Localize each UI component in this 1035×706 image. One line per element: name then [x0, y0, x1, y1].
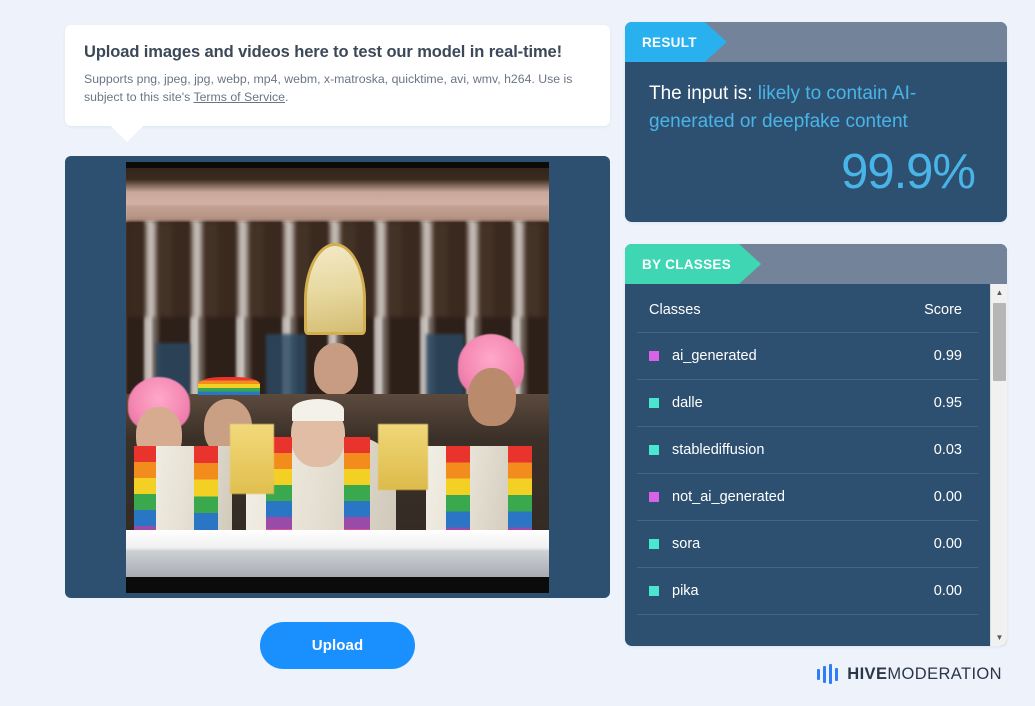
- result-statement: The input is: likely to contain AI-gener…: [649, 80, 985, 136]
- class-color-swatch-icon: [649, 492, 659, 502]
- classes-table-rows: ai_generated 0.99 dalle 0.95 stablediffusion…: [637, 333, 978, 615]
- supported-formats-suffix: .: [285, 89, 289, 104]
- class-cell: not_ai_generated: [649, 489, 785, 505]
- info-card: Upload images and videos here to test ou…: [65, 25, 610, 142]
- uploaded-image[interactable]: [126, 161, 549, 593]
- table-row: stablediffusion 0.03: [637, 427, 978, 474]
- page-title: Upload images and videos here to test ou…: [84, 43, 562, 61]
- left-column: Upload images and videos here to test ou…: [65, 25, 610, 598]
- table-row: sora 0.00: [637, 521, 978, 568]
- classes-scroll-area: Classes Score ai_generated 0.99 dalle 0.95 s…: [625, 284, 990, 646]
- column-header-score: Score: [924, 302, 962, 318]
- logo-hive: HIVE: [847, 664, 888, 683]
- scroll-up-icon[interactable]: ▲: [991, 284, 1007, 301]
- panel-gap: [625, 222, 1007, 244]
- logo-moderation: MODERATION: [887, 664, 1002, 683]
- tooltip-arrow: [110, 125, 144, 142]
- photo-gold-vestment-right: [378, 424, 428, 491]
- upload-button[interactable]: Upload: [260, 622, 415, 669]
- class-label: dalle: [672, 395, 703, 411]
- class-label: stablediffusion: [672, 442, 765, 458]
- by-classes-panel-body: Classes Score ai_generated 0.99 dalle 0.95 s…: [625, 284, 1007, 646]
- supported-formats-text: Supports png, jpeg, jpg, webp, mp4, webm…: [84, 71, 590, 106]
- result-panel-body: The input is: likely to contain AI-gener…: [625, 62, 1007, 222]
- tab-by-classes[interactable]: BY CLASSES: [625, 244, 761, 284]
- class-label: pika: [672, 583, 699, 599]
- by-classes-panel-header: BY CLASSES: [625, 244, 1007, 284]
- hive-bars-icon: [816, 664, 839, 684]
- class-score: 0.95: [933, 395, 962, 411]
- photo-balcony-rail: [126, 530, 549, 578]
- table-row: pika 0.00: [637, 568, 978, 615]
- class-cell: sora: [649, 536, 700, 552]
- class-score: 0.00: [933, 489, 962, 505]
- by-classes-panel: BY CLASSES Classes Score ai_generated 0.9…: [625, 244, 1007, 646]
- classes-scrollbar[interactable]: ▲ ▼: [990, 284, 1007, 646]
- scroll-down-icon[interactable]: ▼: [991, 629, 1007, 646]
- class-cell: stablediffusion: [649, 442, 764, 458]
- class-score: 0.00: [933, 536, 962, 552]
- scrollbar-thumb[interactable]: [993, 303, 1006, 381]
- class-color-swatch-icon: [649, 586, 659, 596]
- class-score: 0.03: [933, 442, 962, 458]
- table-row: not_ai_generated 0.00: [637, 474, 978, 521]
- table-row: ai_generated 0.99: [637, 333, 978, 380]
- photo-bishop-head: [314, 342, 358, 395]
- classes-table-header: Classes Score: [637, 284, 978, 333]
- class-label: sora: [672, 536, 701, 552]
- result-panel: RESULT The input is: likely to contain A…: [625, 22, 1007, 222]
- result-prefix: The input is:: [649, 83, 753, 104]
- classes-table: Classes Score ai_generated 0.99 dalle 0.95 s…: [637, 284, 978, 615]
- class-score: 0.00: [933, 583, 962, 599]
- class-label: not_ai_generated: [672, 489, 785, 505]
- logo-wordmark: HIVEMODERATION: [847, 665, 1002, 684]
- photo-letterbox-top: [126, 161, 549, 168]
- table-row: dalle 0.95: [637, 380, 978, 427]
- class-color-swatch-icon: [649, 351, 659, 361]
- upload-button-row: Upload: [65, 622, 610, 669]
- hive-moderation-logo: HIVEMODERATION: [816, 664, 1002, 684]
- photo-pope-zucchetto: [292, 398, 344, 421]
- right-column: RESULT The input is: likely to contain A…: [625, 22, 1007, 646]
- class-cell: dalle: [649, 395, 703, 411]
- column-header-classes: Classes: [649, 302, 701, 318]
- result-percentage: 99.9%: [841, 145, 976, 199]
- result-panel-header: RESULT: [625, 22, 1007, 62]
- tab-result[interactable]: RESULT: [625, 22, 727, 62]
- class-cell: ai_generated: [649, 348, 757, 364]
- class-color-swatch-icon: [649, 445, 659, 455]
- terms-of-service-link[interactable]: Terms of Service: [193, 90, 285, 104]
- class-color-swatch-icon: [649, 398, 659, 408]
- photo-rainbow-headband: [198, 377, 260, 395]
- photo-letterbox-bottom: [126, 577, 549, 593]
- photo-person-right-head: [468, 368, 516, 427]
- class-label: ai_generated: [672, 348, 757, 364]
- image-preview-container[interactable]: [65, 156, 610, 598]
- supported-formats-prefix: Supports png, jpeg, jpg, webp, mp4, webm…: [84, 72, 573, 104]
- app-root: Upload images and videos here to test ou…: [0, 0, 1035, 706]
- class-cell: pika: [649, 583, 699, 599]
- photo-pope-stole-right: [344, 437, 370, 538]
- photo-gold-vestment: [230, 424, 274, 495]
- class-color-swatch-icon: [649, 539, 659, 549]
- class-score: 0.99: [933, 348, 962, 364]
